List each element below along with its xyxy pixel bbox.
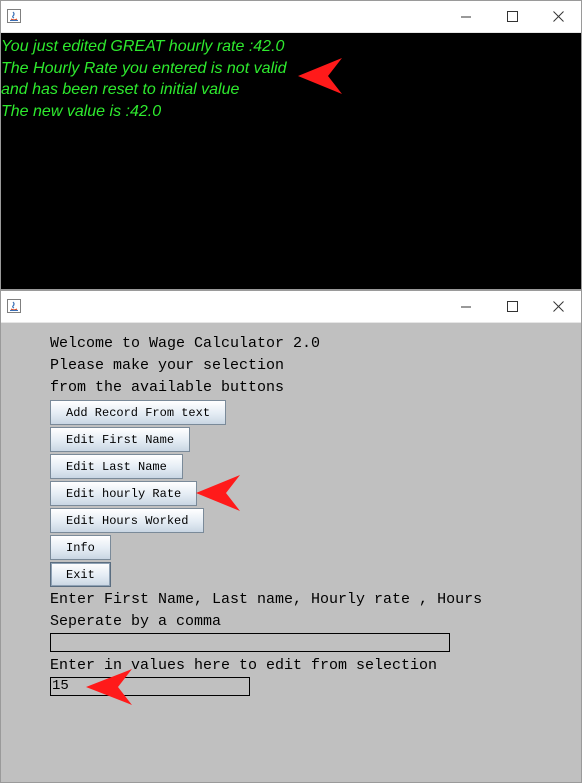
add-record-button[interactable]: Add Record From text <box>50 400 227 425</box>
close-icon <box>552 301 564 312</box>
calculator-panel: Welcome to Wage Calculator 2.0 Please ma… <box>1 323 581 782</box>
close-button[interactable] <box>535 1 581 32</box>
maximize-button[interactable] <box>489 1 535 32</box>
record-prompt: Seperate by a comma <box>50 613 222 630</box>
info-button[interactable]: Info <box>50 535 111 560</box>
red-arrow-icon <box>86 669 132 705</box>
minimize-icon <box>460 306 471 308</box>
edit-hourly-rate-button[interactable]: Edit hourly Rate <box>50 481 198 506</box>
selection-instruction: from the available buttons <box>50 379 285 396</box>
calculator-title-bar[interactable] <box>1 291 581 323</box>
console-line: The new value is :42.0 <box>1 102 162 120</box>
calculator-window: Welcome to Wage Calculator 2.0 Please ma… <box>0 290 582 783</box>
java-icon <box>7 9 21 23</box>
edit-value-input[interactable]: 15 <box>50 677 250 696</box>
maximize-button[interactable] <box>489 291 535 322</box>
record-prompt: Enter First Name, Last name, Hourly rate… <box>50 591 483 608</box>
maximize-icon <box>506 11 518 22</box>
console-line: and has been reset to initial value <box>1 81 240 98</box>
record-input[interactable] <box>50 633 450 652</box>
red-arrow-icon <box>298 58 342 94</box>
console-title-bar[interactable] <box>1 1 581 33</box>
selection-instruction: Please make your selection <box>50 357 285 374</box>
console-line: The Hourly Rate you entered is not valid <box>1 59 287 77</box>
minimize-button[interactable] <box>443 291 489 322</box>
console-window: You just edited GREAT hourly rate :42.0 … <box>0 0 582 290</box>
edit-hours-worked-button[interactable]: Edit Hours Worked <box>50 508 205 533</box>
close-icon <box>552 11 564 22</box>
edit-last-name-button[interactable]: Edit Last Name <box>50 454 183 479</box>
maximize-icon <box>506 301 518 312</box>
welcome-heading: Welcome to Wage Calculator 2.0 <box>50 335 321 352</box>
console-line: You just edited GREAT hourly rate :42.0 <box>1 38 285 55</box>
console-output: You just edited GREAT hourly rate :42.0 … <box>1 33 581 289</box>
red-arrow-icon <box>196 475 240 511</box>
java-icon <box>7 299 21 313</box>
exit-button[interactable]: Exit <box>50 562 111 587</box>
minimize-icon <box>460 16 471 18</box>
close-button[interactable] <box>535 291 581 322</box>
minimize-button[interactable] <box>443 1 489 32</box>
edit-first-name-button[interactable]: Edit First Name <box>50 427 191 452</box>
